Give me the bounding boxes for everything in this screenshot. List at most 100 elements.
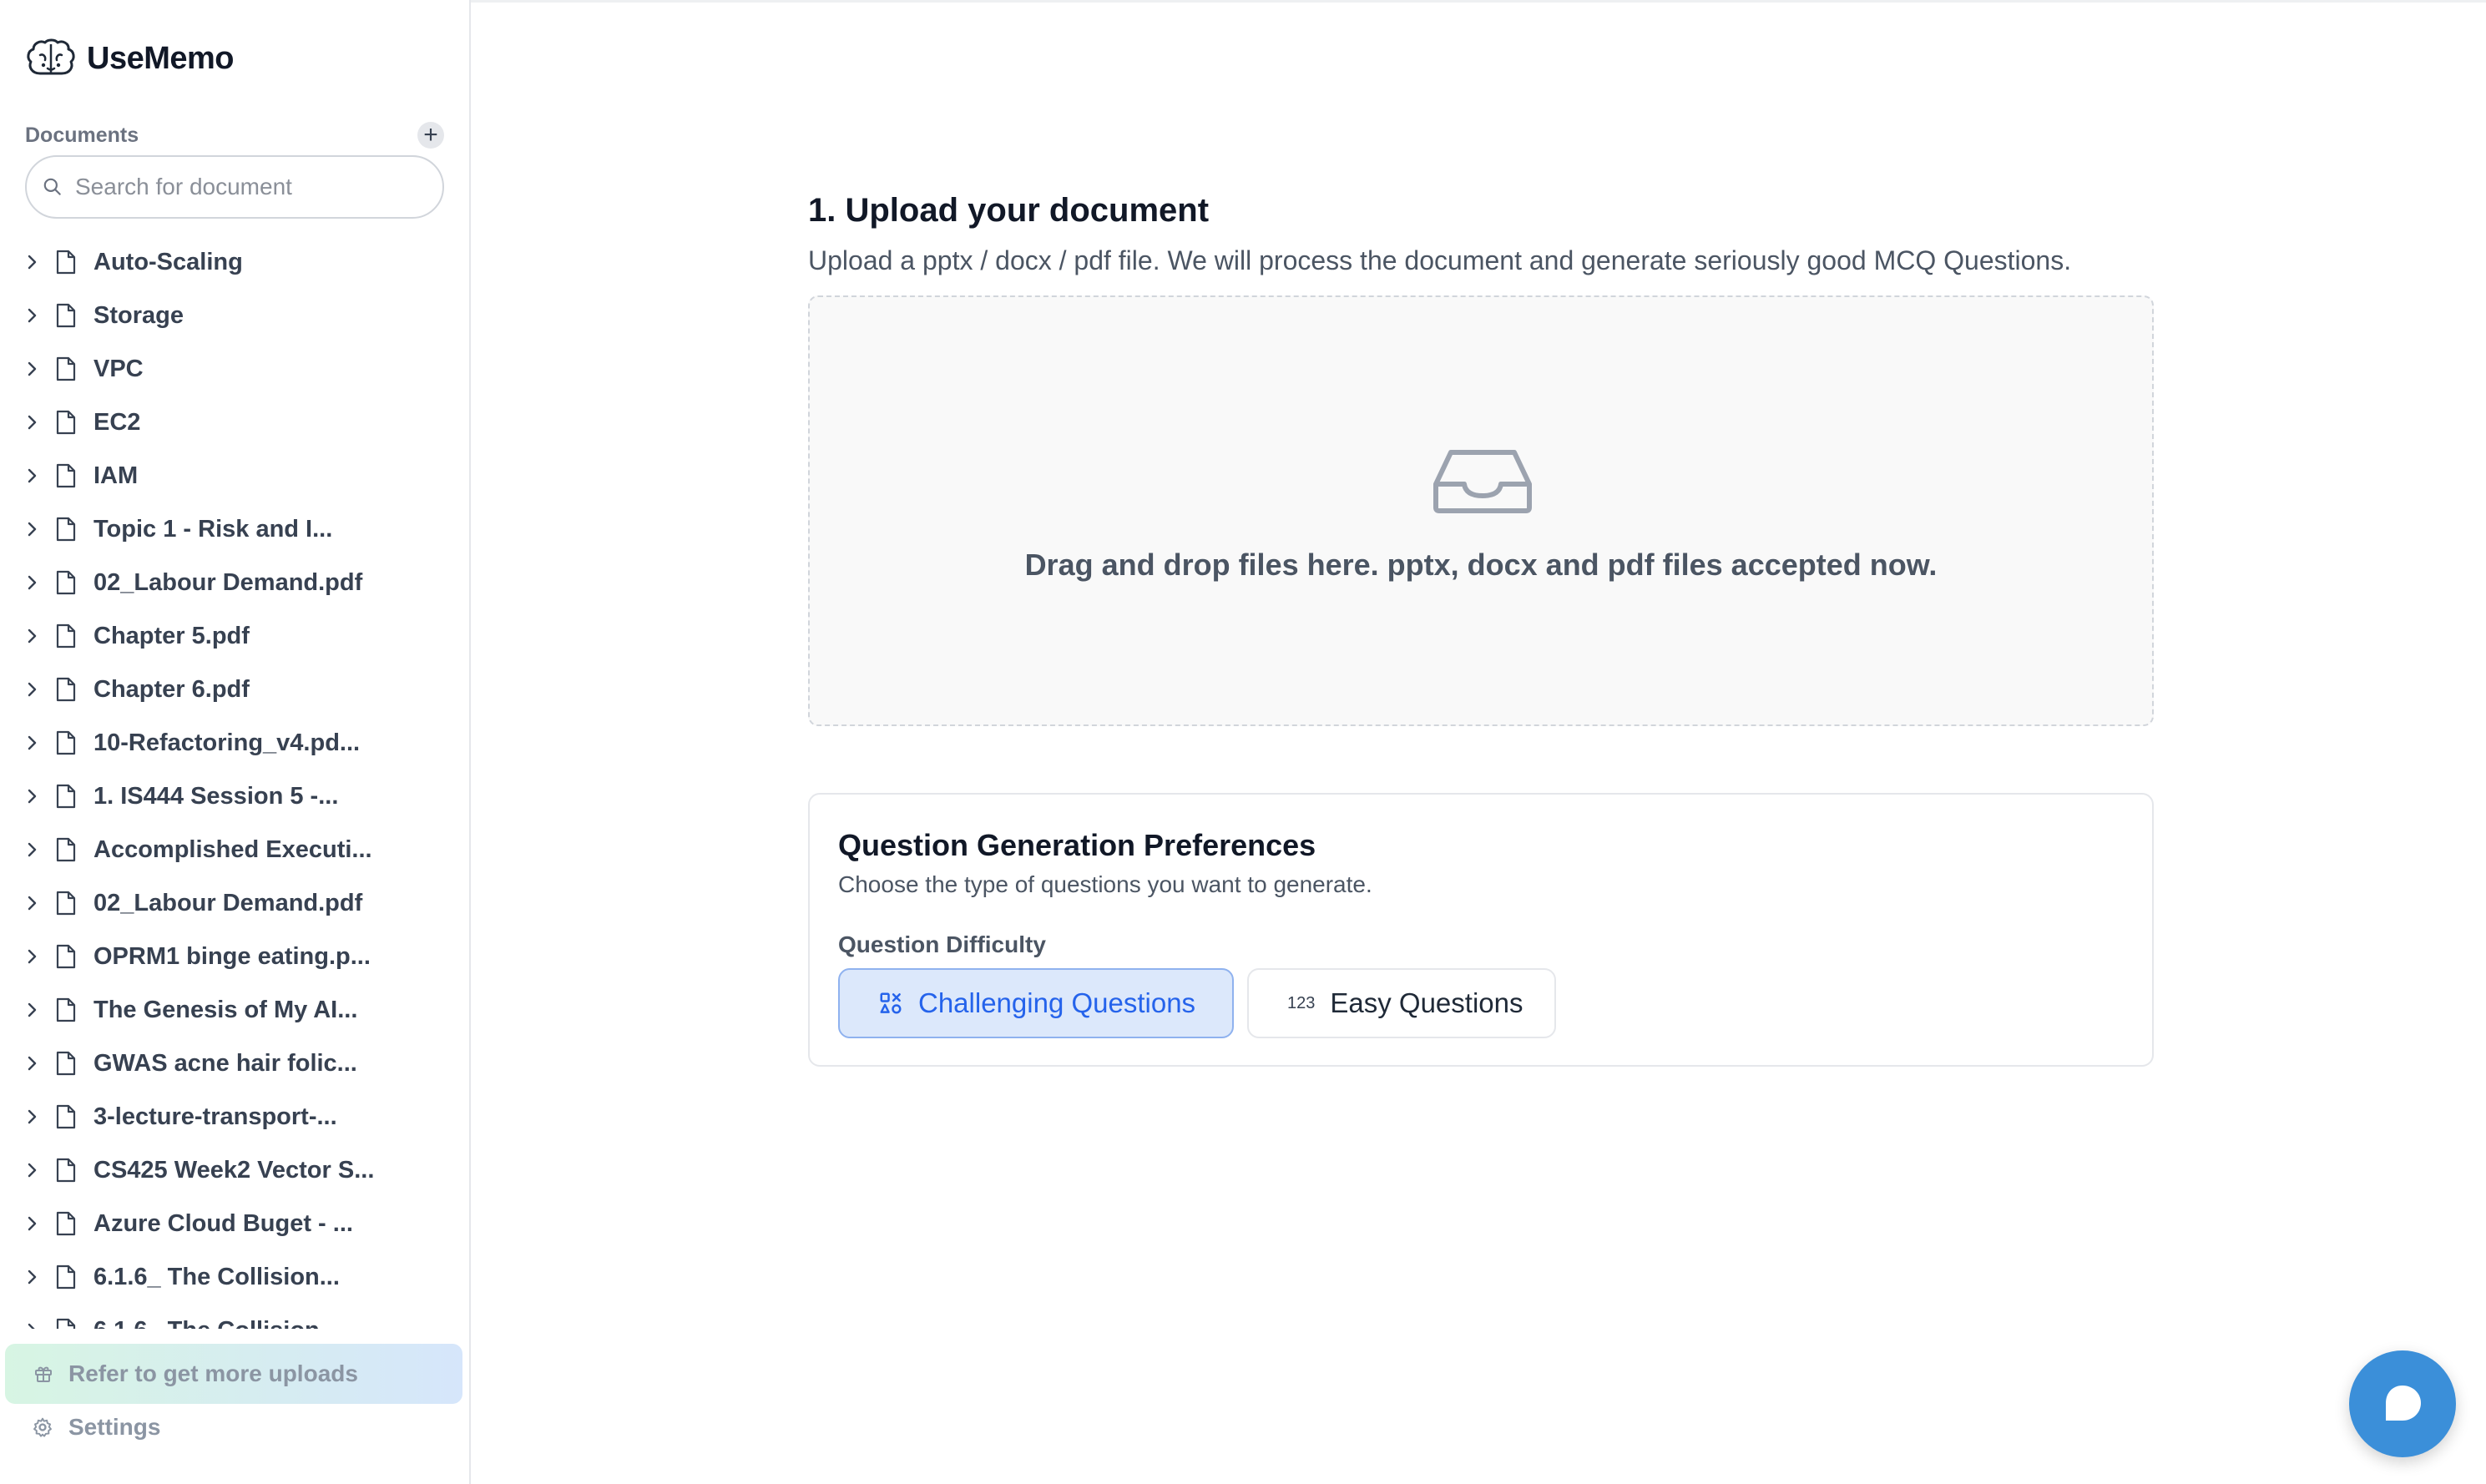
chevron-right-icon[interactable] [22, 412, 42, 432]
chevron-right-icon[interactable] [22, 359, 42, 379]
document-item[interactable]: Auto-Scaling [0, 235, 469, 289]
upload-description: Upload a pptx / docx / pdf file. We will… [808, 245, 2072, 275]
document-item[interactable]: GWAS acne hair folic... [0, 1037, 469, 1090]
preferences-card: Question Generation Preferences Choose t… [808, 793, 2154, 1067]
file-icon [56, 303, 76, 328]
search-input[interactable] [75, 174, 426, 200]
document-item[interactable]: Azure Cloud Buget - ... [0, 1197, 469, 1250]
file-icon [56, 463, 76, 488]
document-label: 02_Labour Demand.pdf [93, 889, 363, 916]
gear-icon [33, 1417, 52, 1437]
chevron-right-icon[interactable] [22, 1107, 42, 1127]
document-label: 10-Refactoring_v4.pd... [93, 729, 361, 756]
file-icon [56, 1104, 76, 1129]
chevron-right-icon[interactable] [22, 679, 42, 699]
file-icon [56, 410, 76, 435]
chevron-right-icon[interactable] [22, 786, 42, 806]
document-label: Chapter 6.pdf [93, 675, 250, 703]
file-icon [56, 730, 76, 755]
chevron-right-icon[interactable] [22, 893, 42, 913]
document-label: Azure Cloud Buget - ... [93, 1209, 353, 1237]
document-label: IAM [93, 462, 139, 489]
file-icon [56, 356, 76, 381]
document-item[interactable]: 6.1.6_ The Collision... [0, 1250, 469, 1304]
document-label: VPC [93, 355, 144, 382]
chevron-right-icon[interactable] [22, 1320, 42, 1329]
top-divider [471, 0, 2486, 3]
document-item[interactable]: Topic 1 - Risk and I... [0, 502, 469, 556]
chevron-right-icon[interactable] [22, 466, 42, 486]
file-icon [56, 944, 76, 969]
brand-name: UseMemo [87, 40, 235, 76]
chevron-right-icon[interactable] [22, 1000, 42, 1020]
document-item[interactable]: IAM [0, 449, 469, 502]
file-dropzone[interactable]: Drag and drop files here. pptx, docx and… [808, 295, 2154, 726]
chevron-right-icon[interactable] [22, 733, 42, 753]
document-item[interactable]: 3-lecture-transport-... [0, 1090, 469, 1143]
gift-icon [35, 1366, 52, 1382]
chevron-right-icon[interactable] [22, 1214, 42, 1234]
document-item[interactable]: 02_Labour Demand.pdf [0, 556, 469, 609]
chevron-right-icon[interactable] [22, 519, 42, 539]
document-label: The Genesis of My AI... [93, 996, 358, 1023]
brand[interactable]: UseMemo [25, 37, 235, 80]
chat-support-button[interactable] [2349, 1350, 2456, 1457]
settings-label: Settings [68, 1414, 161, 1440]
app-window: UseMemo Documents + Auto-Scaling Storage V… [0, 0, 2486, 1484]
chevron-right-icon[interactable] [22, 305, 42, 326]
plus-icon: + [423, 121, 438, 149]
challenging-questions-button[interactable]: Challenging Questions [838, 968, 1234, 1038]
document-item[interactable]: 10-Refactoring_v4.pd... [0, 716, 469, 770]
refer-label: Refer to get more uploads [68, 1360, 358, 1386]
file-icon [56, 1211, 76, 1236]
document-item[interactable]: The Genesis of My AI... [0, 983, 469, 1037]
document-label: 02_Labour Demand.pdf [93, 568, 363, 596]
document-item[interactable]: Chapter 5.pdf [0, 609, 469, 663]
document-item[interactable]: Accomplished Executi... [0, 823, 469, 876]
chevron-right-icon[interactable] [22, 626, 42, 646]
document-item[interactable]: 6.1.6_ The Collision... [0, 1304, 469, 1329]
document-item[interactable]: Storage [0, 289, 469, 342]
numbers-icon: 123 [1287, 993, 1316, 1012]
preferences-subtitle: Choose the type of questions you want to… [838, 871, 1372, 897]
easy-questions-button[interactable]: 123 Easy Questions [1247, 968, 1556, 1038]
file-icon [56, 517, 76, 542]
file-icon [56, 891, 76, 916]
documents-title: Documents [25, 123, 139, 147]
document-label: OPRM1 binge eating.p... [93, 942, 371, 970]
refer-button[interactable]: Refer to get more uploads [5, 1344, 462, 1404]
file-icon [56, 250, 76, 275]
document-label: EC2 [93, 408, 141, 436]
document-search[interactable] [25, 155, 444, 219]
chevron-right-icon[interactable] [22, 1053, 42, 1073]
file-icon [56, 997, 76, 1022]
document-list: Auto-Scaling Storage VPC EC2 IAM Topic 1 - Ri… [0, 235, 469, 1329]
file-icon [56, 677, 76, 702]
document-item[interactable]: VPC [0, 342, 469, 396]
upload-title: 1. Upload your document [808, 192, 1210, 229]
brain-logo-icon [27, 38, 75, 75]
file-icon [56, 623, 76, 649]
document-item[interactable]: 1. IS444 Session 5 -... [0, 770, 469, 823]
document-item[interactable]: CS425 Week2 Vector S... [0, 1143, 469, 1197]
document-item[interactable]: Chapter 6.pdf [0, 663, 469, 716]
chevron-right-icon[interactable] [22, 1267, 42, 1287]
inbox-icon [1433, 450, 1532, 513]
settings-button[interactable]: Settings [32, 1414, 160, 1441]
difficulty-label: Question Difficulty [838, 931, 1046, 957]
document-label: Auto-Scaling [93, 248, 243, 275]
search-icon [43, 178, 61, 195]
chevron-right-icon[interactable] [22, 1160, 42, 1180]
document-item[interactable]: EC2 [0, 396, 469, 449]
document-item[interactable]: 02_Labour Demand.pdf [0, 876, 469, 930]
chevron-right-icon[interactable] [22, 252, 42, 272]
document-label: 1. IS444 Session 5 -... [93, 782, 339, 810]
document-item[interactable]: OPRM1 binge eating.p... [0, 930, 469, 983]
chevron-right-icon[interactable] [22, 946, 42, 967]
chevron-right-icon[interactable] [22, 840, 42, 860]
chat-bubble-icon [2386, 1386, 2421, 1421]
challenging-label: Challenging Questions [918, 987, 1196, 1018]
chevron-right-icon[interactable] [22, 573, 42, 593]
document-label: 3-lecture-transport-... [93, 1103, 337, 1130]
add-document-button[interactable]: + [417, 122, 444, 149]
